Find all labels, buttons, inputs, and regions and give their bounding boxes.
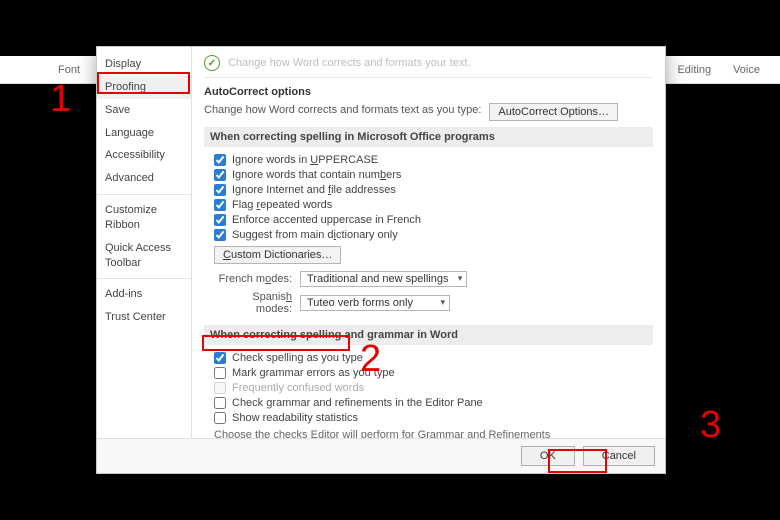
french-modes-label: French modes: bbox=[214, 273, 292, 285]
french-modes-select[interactable]: Traditional and new spellings bbox=[300, 271, 467, 287]
check-circle-icon: ✓ bbox=[204, 55, 220, 71]
group2-header: When correcting spelling and grammar in … bbox=[204, 325, 653, 345]
sidebar-item-trust-center[interactable]: Trust Center bbox=[97, 306, 191, 329]
group1-header: When correcting spelling in Microsoft Of… bbox=[204, 127, 653, 147]
dialog-footer: OK Cancel bbox=[97, 438, 665, 473]
check-grammar-editor-pane-checkbox[interactable]: Check grammar and refinements in the Edi… bbox=[214, 395, 649, 410]
sidebar-item-quick-access-toolbar[interactable]: Quick Access Toolbar bbox=[97, 237, 191, 275]
check-spelling-as-you-type-checkbox[interactable]: Check spelling as you type bbox=[214, 350, 649, 365]
show-readability-stats-checkbox[interactable]: Show readability statistics bbox=[214, 410, 649, 425]
frequently-confused-words-checkbox: Frequently confused words bbox=[214, 380, 649, 395]
cancel-button[interactable]: Cancel bbox=[583, 446, 655, 466]
word-options-dialog: Display Proofing Save Language Accessibi… bbox=[96, 46, 666, 474]
autocorrect-title: AutoCorrect options bbox=[204, 86, 653, 98]
content-partial-heading: Change how Word corrects and formats you… bbox=[228, 57, 471, 69]
sidebar-item-language[interactable]: Language bbox=[97, 122, 191, 145]
sidebar-item-save[interactable]: Save bbox=[97, 99, 191, 122]
callout-number-3: 3 bbox=[700, 404, 721, 447]
spanish-modes-label: Spanish modes: bbox=[214, 291, 292, 315]
sidebar-item-display[interactable]: Display bbox=[97, 53, 191, 76]
sidebar-item-accessibility[interactable]: Accessibility bbox=[97, 144, 191, 167]
suggest-main-dict-checkbox[interactable]: Suggest from main dictionary only bbox=[214, 227, 649, 242]
ignore-internet-checkbox[interactable]: Ignore Internet and file addresses bbox=[214, 182, 649, 197]
custom-dictionaries-button[interactable]: Custom Dictionaries… bbox=[214, 246, 341, 264]
enforce-accented-checkbox[interactable]: Enforce accented uppercase in French bbox=[214, 212, 649, 227]
mark-grammar-errors-checkbox[interactable]: Mark grammar errors as you type bbox=[214, 365, 649, 380]
flag-repeated-checkbox[interactable]: Flag repeated words bbox=[214, 197, 649, 212]
autocorrect-subtext: Change how Word corrects and formats tex… bbox=[204, 104, 481, 116]
sidebar-item-proofing[interactable]: Proofing bbox=[97, 76, 191, 99]
sidebar-item-customize-ribbon[interactable]: Customize Ribbon bbox=[97, 199, 191, 237]
ribbon-group-editing: Editing bbox=[677, 64, 711, 76]
options-sidebar: Display Proofing Save Language Accessibi… bbox=[97, 47, 192, 438]
ignore-numbers-checkbox[interactable]: Ignore words that contain numbers bbox=[214, 167, 649, 182]
ribbon-group-voice: Voice bbox=[733, 64, 760, 76]
sidebar-item-advanced[interactable]: Advanced bbox=[97, 167, 191, 190]
choose-checks-note: Choose the checks Editor will perform fo… bbox=[214, 429, 649, 438]
options-content: ✓ Change how Word corrects and formats y… bbox=[192, 47, 665, 438]
ok-button[interactable]: OK bbox=[521, 446, 575, 466]
spanish-modes-select[interactable]: Tuteo verb forms only bbox=[300, 295, 450, 311]
ignore-uppercase-checkbox[interactable]: Ignore words in UPPERCASE bbox=[214, 152, 649, 167]
autocorrect-options-button[interactable]: AutoCorrect Options… bbox=[489, 103, 618, 121]
ribbon-group-font: Font bbox=[58, 64, 80, 76]
sidebar-item-add-ins[interactable]: Add-ins bbox=[97, 283, 191, 306]
callout-number-1: 1 bbox=[50, 78, 71, 121]
